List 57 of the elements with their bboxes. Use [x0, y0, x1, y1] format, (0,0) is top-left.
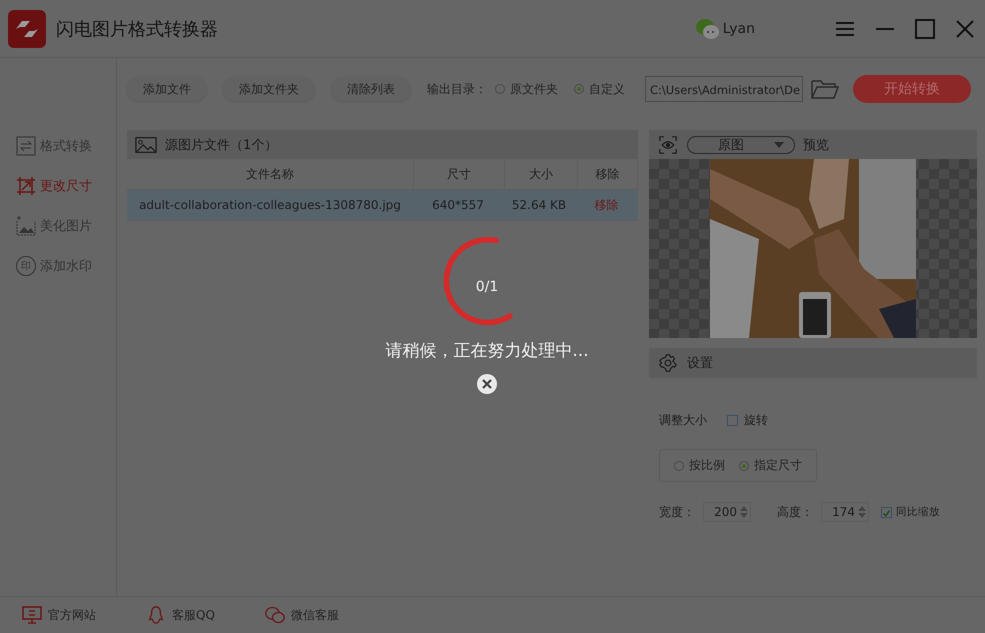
preview-mode-dropdown[interactable]: 原图 — [687, 136, 795, 154]
radio-option[interactable]: 原文件夹 — [495, 80, 558, 98]
footer-link[interactable]: 微信客服 — [264, 606, 339, 624]
start-button[interactable]: 开始转换 — [853, 75, 971, 103]
table-cell: adult-collaboration-colleagues-1308780.jpg — [139, 198, 401, 212]
window-title: 闪电图片格式转换器 — [56, 18, 218, 40]
width-spinbox[interactable]: 200 — [703, 502, 751, 522]
logo-icon — [8, 10, 46, 48]
penguin-icon — [146, 606, 166, 624]
table-cell: 640*557 — [432, 198, 484, 212]
toolbar-button[interactable]: 清除列表 — [331, 77, 411, 101]
column-header: 文件名称 — [127, 159, 414, 189]
sidebar-item[interactable]: 更改尺寸 — [16, 176, 92, 196]
footer-link[interactable]: 官方网站 — [22, 606, 96, 624]
rotate-checkbox[interactable]: 旋转 — [727, 412, 768, 429]
chat-icon — [694, 16, 721, 40]
toolbar-button[interactable]: 添加文件 — [127, 77, 207, 101]
column-header: 尺寸 — [414, 159, 505, 189]
height-spinbox[interactable]: 174 — [821, 502, 869, 522]
panel-title: 源图片文件（1个） — [165, 136, 278, 154]
table-cell: 52.64 KB — [512, 198, 566, 212]
radio-option[interactable]: 按比例 — [674, 457, 725, 474]
resize-icon — [16, 176, 36, 196]
monitor-icon — [22, 606, 42, 624]
image-sparkle-icon — [16, 216, 36, 236]
close-icon[interactable] — [477, 374, 497, 394]
preview-label: 预览 — [803, 136, 829, 154]
eye-icon — [657, 136, 679, 154]
gear-icon — [657, 354, 679, 372]
path-field[interactable]: C:\Users\Administrator\De — [645, 76, 803, 102]
progress-count: 0/1 — [476, 279, 498, 295]
output-label: 输出目录： — [427, 80, 487, 98]
remove-link[interactable]: 移除 — [594, 196, 618, 214]
column-header: 大小 — [505, 159, 578, 189]
progress-message: 请稍候，正在努力处理中... — [385, 340, 589, 362]
swap-icon — [16, 136, 36, 156]
width-label: 宽度： — [659, 504, 695, 520]
footer-link[interactable]: 客服QQ — [146, 606, 215, 624]
settings-title: 设置 — [687, 355, 713, 372]
stepper-arrows-icon[interactable] — [858, 506, 866, 518]
file-row[interactable]: adult-collaboration-colleagues-1308780.jpg 640*557 52.64 KB 移除 — [127, 190, 638, 221]
close-icon[interactable] — [955, 18, 975, 38]
chat-icon — [264, 606, 285, 624]
resize-label: 调整大小 — [659, 412, 707, 429]
check-icon — [882, 508, 891, 518]
keep-ratio-checkbox[interactable]: 同比缩放 — [881, 505, 940, 519]
caret-icon — [774, 142, 784, 148]
image-icon — [135, 136, 157, 154]
radio-option[interactable]: 自定义 — [574, 80, 625, 98]
column-header: 移除 — [578, 159, 638, 189]
maximize-icon[interactable] — [915, 18, 935, 38]
stepper-arrows-icon[interactable] — [740, 506, 748, 518]
folder-icon[interactable] — [811, 78, 839, 100]
toolbar-button[interactable]: 添加文件夹 — [223, 77, 315, 101]
radio-option[interactable]: 指定尺寸 — [739, 457, 802, 474]
height-label: 高度： — [777, 504, 813, 520]
user-name: Lyan — [722, 20, 755, 36]
